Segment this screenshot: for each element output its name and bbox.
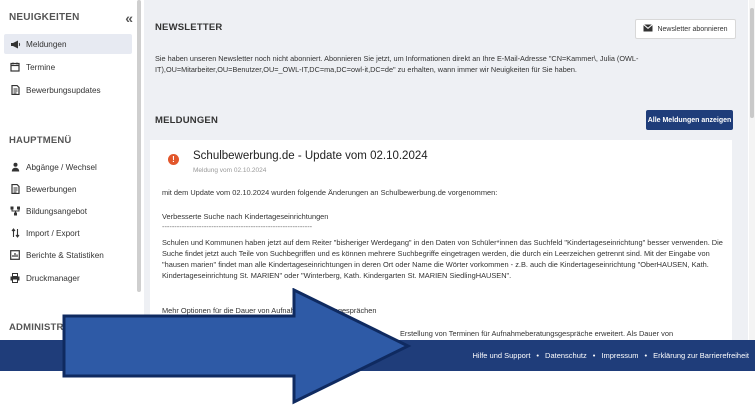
news-title: MELDUNGEN <box>155 115 219 126</box>
sidebar-item-meldungen[interactable]: Meldungen <box>4 34 132 54</box>
footer-separator: • <box>592 351 596 360</box>
sidebar-scrollbar[interactable] <box>137 0 141 292</box>
section-divider: ----------------------------------------… <box>162 222 313 231</box>
sidebar-item-termine[interactable]: Termine <box>4 57 132 77</box>
document-icon <box>4 85 26 95</box>
footer-link-imprint[interactable]: Impressum <box>601 351 638 360</box>
sidebar-item-abgaenge[interactable]: Abgänge / Wechsel <box>4 157 132 177</box>
sidebar-item-label: Druckmanager <box>26 273 80 283</box>
message-intro: mit dem Update vom 02.10.2024 wurden fol… <box>162 188 498 197</box>
message-title: Schulbewerbung.de - Update vom 02.10.202… <box>193 150 428 162</box>
printer-icon <box>4 273 26 283</box>
sidebar-item-label: Meldungen <box>26 39 67 49</box>
footer-link-privacy[interactable]: Datenschutz <box>545 351 587 360</box>
arrows-updown-icon <box>4 228 26 238</box>
sidebar-item-label: Import / Export <box>26 228 80 238</box>
collapse-sidebar-icon[interactable]: « <box>125 10 133 26</box>
sidebar-section-hauptmenu: HAUPTMENÜ <box>9 135 72 146</box>
sitemap-icon <box>4 206 26 216</box>
newsletter-title: NEWSLETTER <box>155 22 223 33</box>
report-icon <box>4 250 26 260</box>
megaphone-icon <box>4 40 26 49</box>
sidebar-item-label: Bildungsangebot <box>26 206 88 216</box>
sidebar-item-label: Berichte & Statistiken <box>26 250 104 260</box>
sidebar-item-label: Bewerbungsupdates <box>26 85 101 95</box>
newsletter-subscribe-label: Newsletter abonnieren <box>657 25 728 33</box>
sidebar-item-label: Bewerbungen <box>26 184 77 194</box>
newsletter-card: NEWSLETTER Newsletter abonnieren Sie hab… <box>150 6 736 94</box>
footer-separator: • <box>536 351 540 360</box>
sidebar-header-title: NEUIGKEITEN <box>9 12 80 23</box>
sidebar-item-label: Termine <box>26 62 56 72</box>
sidebar-item-berichte[interactable]: Berichte & Statistiken <box>4 245 132 265</box>
newsletter-text: Sie haben unseren Newsletter noch nicht … <box>155 54 639 74</box>
sidebar-item-bewerbungsupdates[interactable]: Bewerbungsupdates <box>4 80 132 100</box>
sidebar-header: NEUIGKEITEN « <box>9 10 133 27</box>
sidebar-item-bildungsangebot[interactable]: Bildungsangebot <box>4 201 132 221</box>
message-date: Meldung vom 02.10.2024 <box>193 167 267 174</box>
newsletter-subscribe-button[interactable]: Newsletter abonnieren <box>635 19 736 39</box>
arrow-right-icon <box>62 288 412 405</box>
main-scrollbar-thumb[interactable] <box>750 8 754 118</box>
document-icon <box>4 184 26 194</box>
footer-links: Hilfe und Support • Datenschutz • Impres… <box>472 351 749 360</box>
footer-separator: • <box>644 351 648 360</box>
sidebar-item-label: Abgänge / Wechsel <box>26 162 97 172</box>
envelope-icon <box>643 24 654 34</box>
footer-link-accessibility[interactable]: Erklärung zur Barrierefreiheit <box>653 351 749 360</box>
footer-link-help[interactable]: Hilfe und Support <box>472 351 530 360</box>
show-all-news-button[interactable]: Alle Meldungen anzeigen <box>646 110 733 130</box>
calendar-icon <box>4 62 26 72</box>
sidebar-item-import-export[interactable]: Import / Export <box>4 223 132 243</box>
person-icon <box>4 162 26 172</box>
section-text: Erstellung von Terminen für Aufnahmebera… <box>400 329 674 338</box>
sidebar-item-druckmanager[interactable]: Druckmanager <box>4 268 132 288</box>
section-text: Schulen und Kommunen haben jetzt auf dem… <box>162 238 723 280</box>
main-scrollbar[interactable] <box>749 0 755 340</box>
sidebar-item-bewerbungen[interactable]: Bewerbungen <box>4 179 132 199</box>
info-icon: ! <box>168 154 179 165</box>
